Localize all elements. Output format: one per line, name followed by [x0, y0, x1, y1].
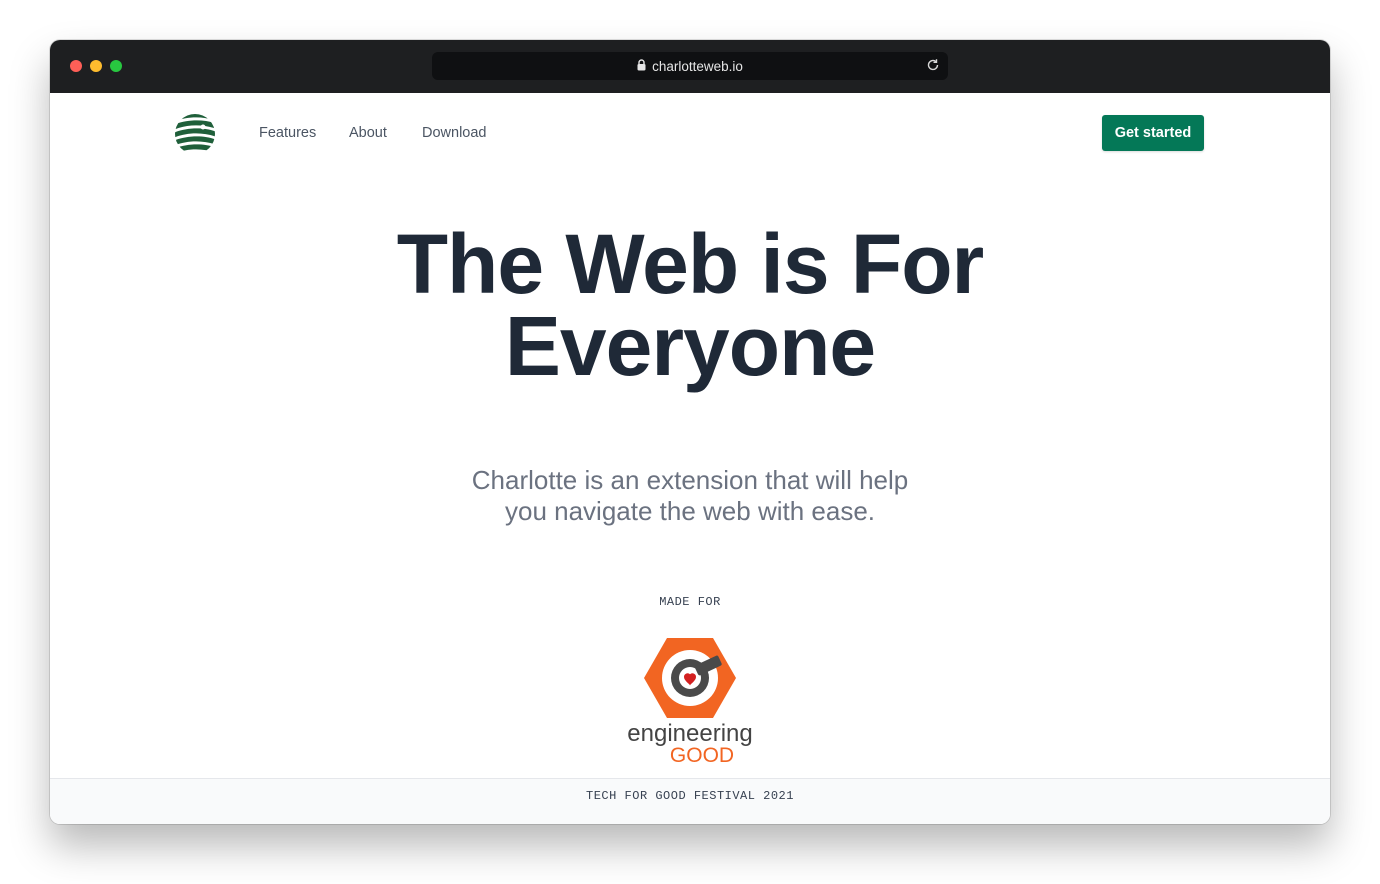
browser-window: charlotteweb.io Features About Download … [50, 40, 1330, 824]
hero-title: The Web is For Everyone [50, 222, 1330, 388]
made-for-label: MADE FOR [659, 595, 721, 609]
minimize-window-button[interactable] [90, 60, 102, 72]
url-text: charlotteweb.io [652, 58, 743, 74]
nav-link-about[interactable]: About [349, 124, 387, 142]
hero-subtitle: Charlotte is an extension that will help… [390, 465, 990, 527]
nav-link-features[interactable]: Features [259, 124, 316, 142]
lock-icon [637, 58, 646, 74]
hero-subtitle-line-2: you navigate the web with ease. [504, 496, 876, 526]
globe-logo-icon[interactable] [173, 112, 217, 156]
festival-label: TECH FOR GOOD FESTIVAL 2021 [586, 789, 794, 803]
svg-text:GOOD: GOOD [670, 744, 734, 767]
maximize-window-button[interactable] [110, 60, 122, 72]
svg-text:engineering: engineering [627, 720, 752, 747]
hero-title-line-2: Everyone [504, 299, 876, 393]
web-page: Features About Download Get started The … [50, 93, 1330, 824]
browser-titlebar: charlotteweb.io [50, 40, 1330, 93]
engineering-good-logo[interactable]: engineering GOOD [625, 634, 755, 768]
get-started-button[interactable]: Get started [1102, 115, 1204, 151]
hero-subtitle-line-1: Charlotte is an extension that will help [471, 465, 909, 495]
site-navbar: Features About Download Get started [50, 93, 1330, 173]
close-window-button[interactable] [70, 60, 82, 72]
reload-icon[interactable] [926, 58, 940, 75]
hero-title-line-1: The Web is For [396, 217, 985, 311]
address-bar[interactable]: charlotteweb.io [432, 52, 948, 80]
nav-link-download[interactable]: Download [422, 124, 487, 142]
